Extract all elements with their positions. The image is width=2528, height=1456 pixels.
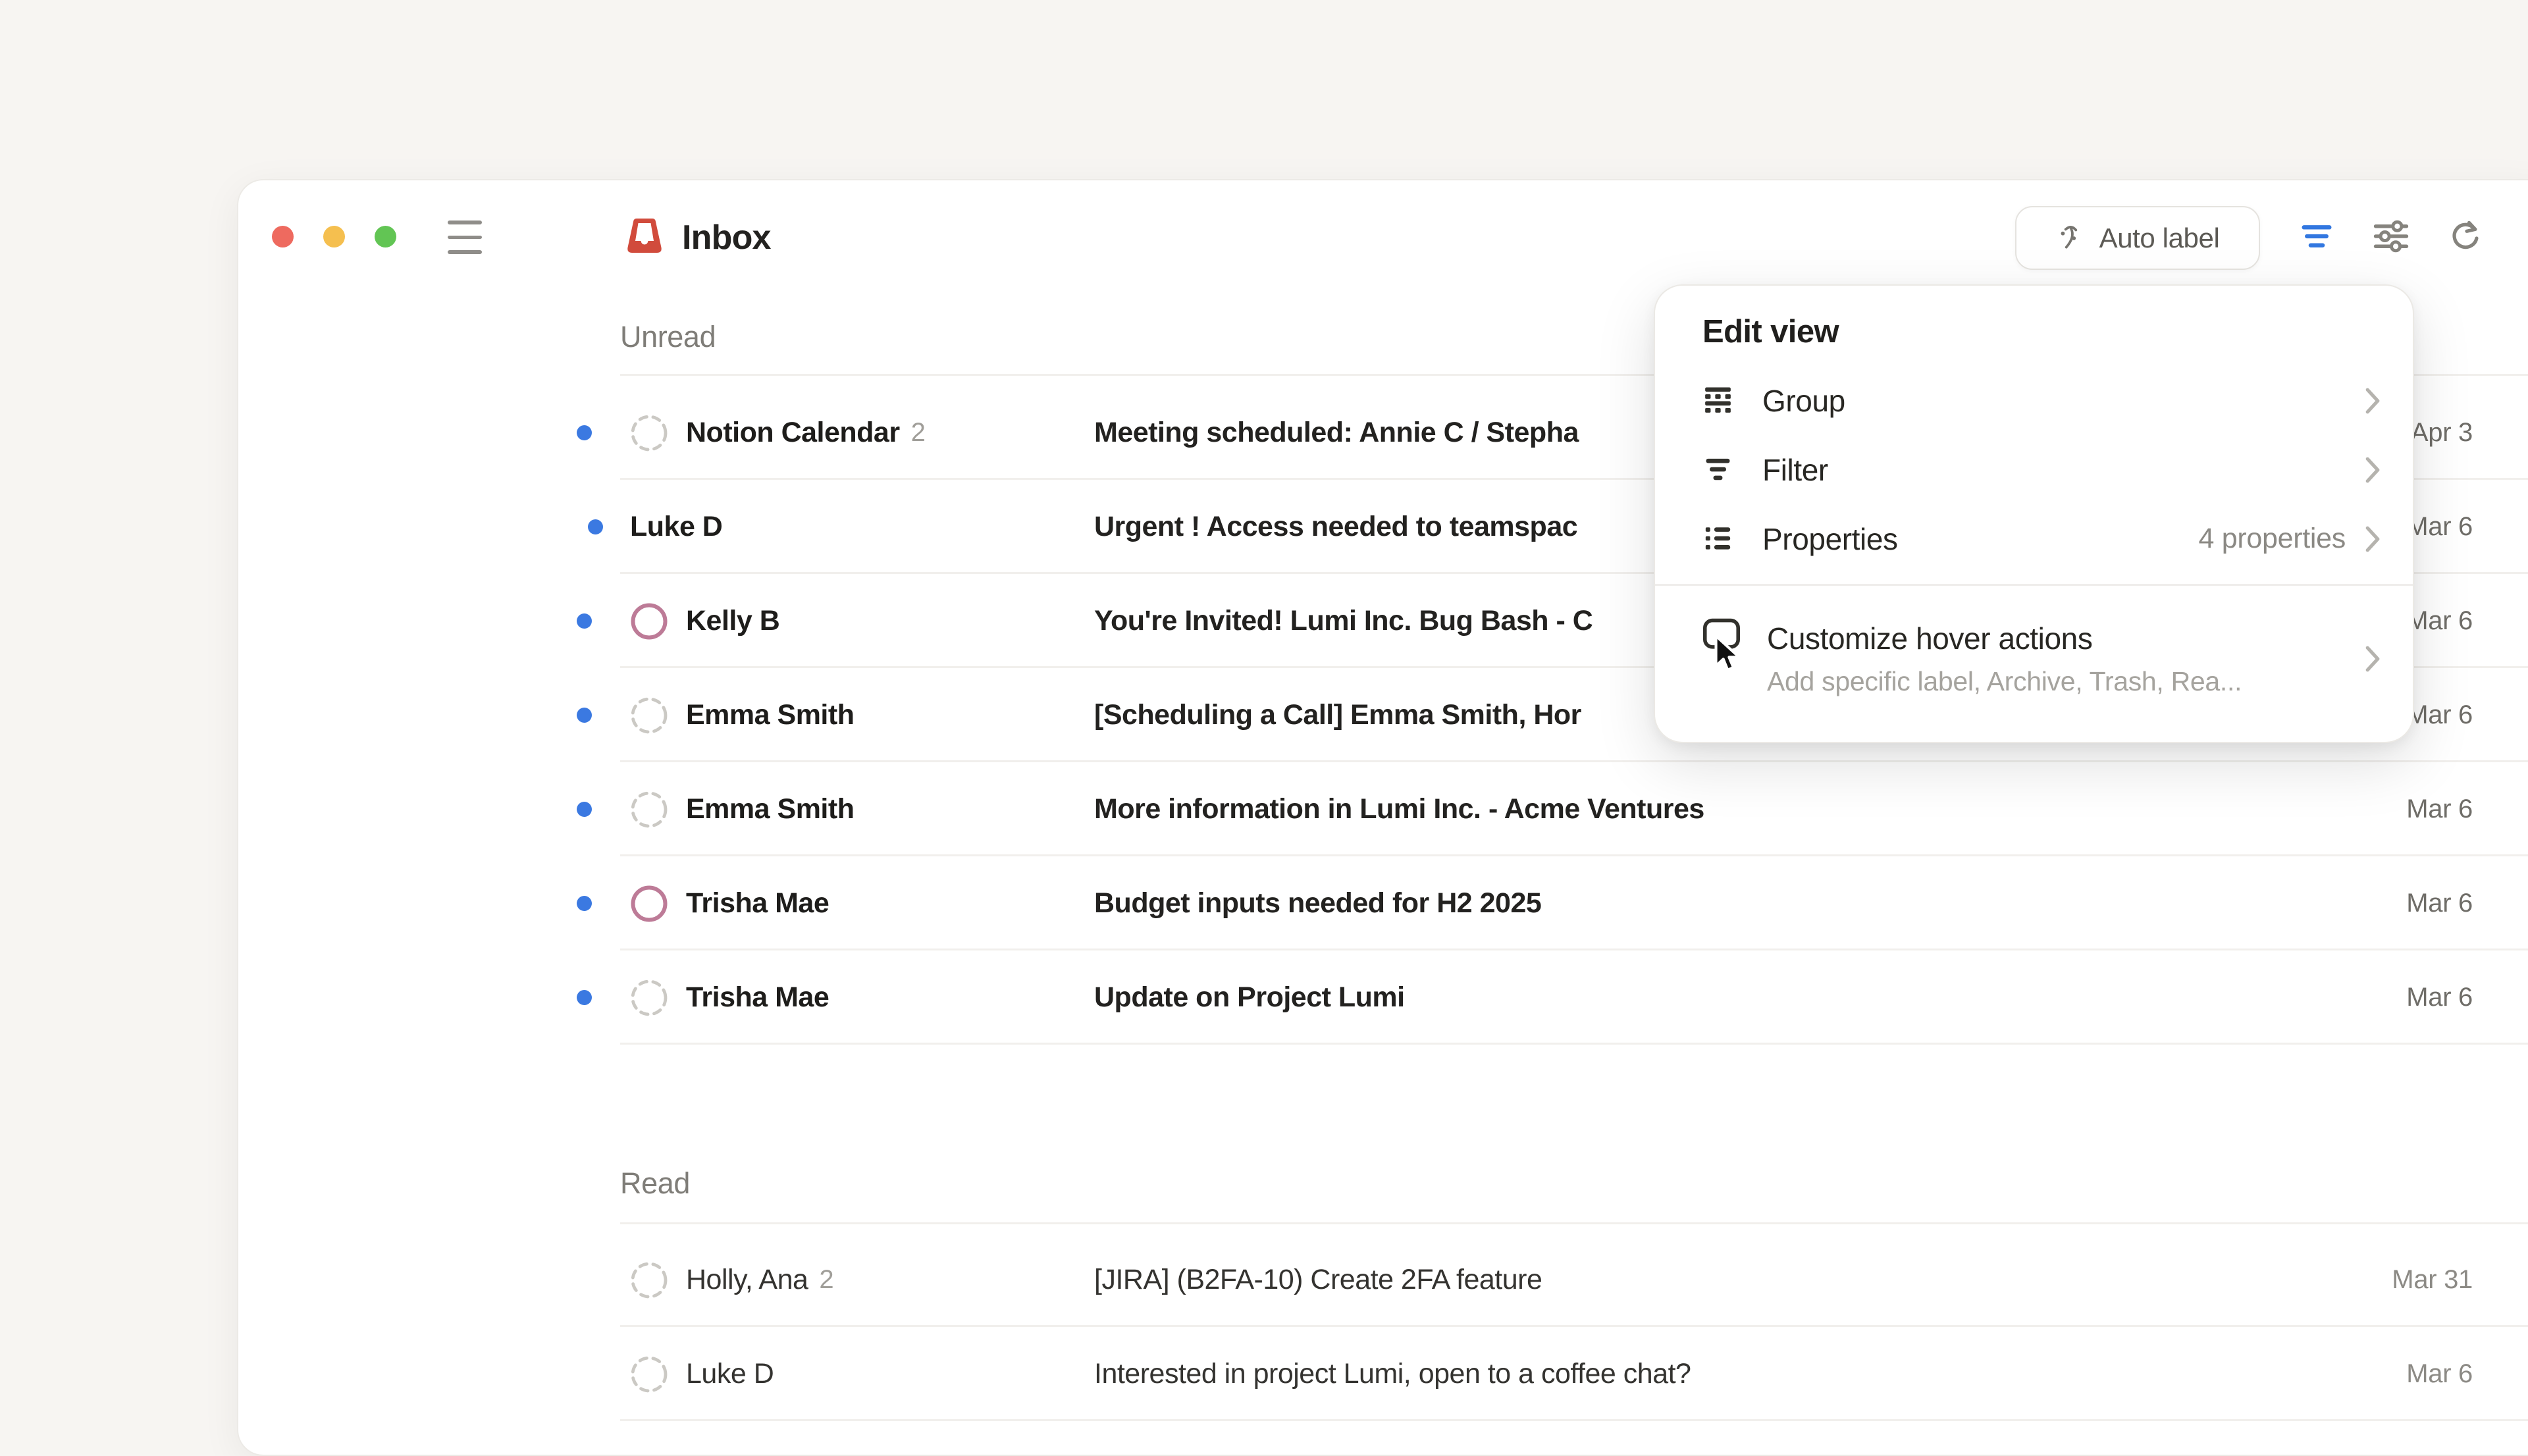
unread-dot-icon: [577, 990, 592, 1005]
email-subject: Update on Project Lumi: [1094, 981, 1405, 1014]
auto-label-wand-icon: [2056, 223, 2086, 253]
auto-label-button[interactable]: Auto label: [2015, 206, 2260, 270]
avatar-ring-dashed-icon: [631, 1356, 668, 1393]
filter-icon: [1702, 454, 1733, 485]
email-date: Mar 6: [2406, 889, 2473, 918]
menu-item-label: Properties: [1762, 521, 1898, 557]
section-header: Read: [620, 1166, 690, 1201]
edit-view-popover: Edit view Group Filter Properties 4 propert…: [1654, 284, 2414, 743]
close-window-button[interactable]: [272, 226, 294, 247]
properties-icon: [1702, 523, 1733, 554]
inbox-logo-icon: [623, 215, 666, 260]
email-subject: Budget inputs needed for H2 2025: [1094, 887, 1541, 920]
email-subject: [JIRA] (B2FA-10) Create 2FA feature: [1094, 1264, 1542, 1296]
avatar-ring-dashed-icon: [631, 979, 668, 1016]
chevron-right-icon: [2364, 455, 2381, 484]
chevron-right-icon: [2364, 644, 2381, 673]
email-date: Mar 6: [2406, 512, 2473, 542]
email-row[interactable]: Trisha Mae Update on Project Lumi Mar 6: [238, 950, 2528, 1045]
email-date: Apr 3: [2411, 418, 2473, 448]
auto-label-text: Auto label: [2099, 222, 2220, 254]
email-subject: You're Invited! Lumi Inc. Bug Bash - C: [1094, 605, 1593, 637]
menu-item-customize-hover-actions[interactable]: Customize hover actions Add specific lab…: [1655, 586, 2413, 732]
menu-item-properties[interactable]: Properties 4 properties: [1702, 504, 2381, 573]
thread-count: 2: [911, 418, 926, 448]
sender-name: Kelly B: [686, 605, 779, 637]
menu-item-value: 4 properties: [2199, 523, 2346, 555]
mouse-cursor: [1708, 633, 1743, 677]
menu-hamburger-icon[interactable]: [448, 221, 482, 254]
menu-item-label: Customize hover actions: [1767, 621, 2242, 656]
email-row[interactable]: Holly, Ana 2 [JIRA] (B2FA-10) Create 2FA f…: [238, 1233, 2528, 1327]
avatar-ring-dashed-icon: [631, 791, 668, 828]
unread-dot-icon: [577, 896, 592, 911]
menu-item-group[interactable]: Group: [1702, 366, 2381, 435]
avatar-ring-dashed-icon: [631, 415, 668, 452]
email-subject: Urgent ! Access needed to teamspac: [1094, 511, 1577, 543]
app-window: Inbox Auto label: [237, 179, 2528, 1456]
divider: [620, 1222, 2528, 1224]
unread-dot-icon: [577, 425, 592, 440]
email-row[interactable]: Emma Smith More information in Lumi Inc. …: [238, 762, 2528, 856]
thread-count: 2: [819, 1265, 833, 1295]
avatar-ring-pink-icon: [631, 603, 668, 640]
avatar-ring-dashed-icon: [631, 1262, 668, 1299]
minimize-window-button[interactable]: [323, 226, 345, 247]
email-subject: Meeting scheduled: Annie C / Stepha: [1094, 417, 1579, 449]
section-header: Unread: [620, 320, 716, 354]
email-date: Mar 6: [2406, 794, 2473, 824]
unread-dot-icon: [577, 802, 592, 817]
chevron-right-icon: [2364, 386, 2381, 415]
email-subject: More information in Lumi Inc. - Acme Ven…: [1094, 793, 1704, 825]
menu-item-label: Filter: [1762, 452, 1828, 488]
email-row[interactable]: Trisha Mae Budget inputs needed for H2 20…: [238, 856, 2528, 950]
filter-icon[interactable]: [2298, 218, 2335, 255]
unread-dot-icon: [588, 519, 603, 534]
sender-name: Emma Smith: [686, 793, 854, 825]
email-row[interactable]: Luke D Interested in project Lumi, open t…: [238, 1327, 2528, 1421]
email-list: Holly, Ana 2 [JIRA] (B2FA-10) Create 2FA f…: [238, 1233, 2528, 1421]
refresh-icon[interactable]: [2446, 218, 2483, 255]
email-date: Mar 31: [2392, 1265, 2473, 1295]
sender-name: Holly, Ana: [686, 1264, 808, 1296]
email-subject: Interested in project Lumi, open to a co…: [1094, 1358, 1691, 1390]
email-subject: [Scheduling a Call] Emma Smith, Hor: [1094, 699, 1581, 731]
group-icon: [1702, 385, 1733, 416]
edit-view-menu: Group Filter Properties 4 properties: [1655, 350, 2413, 573]
sender-name: Emma Smith: [686, 699, 854, 731]
page-title: Inbox: [682, 218, 771, 257]
email-date: Mar 6: [2406, 983, 2473, 1012]
menu-item-label: Group: [1762, 383, 1845, 419]
zoom-window-button[interactable]: [375, 226, 396, 247]
chevron-right-icon: [2364, 525, 2381, 554]
email-date: Mar 6: [2406, 1359, 2473, 1389]
avatar-ring-pink-icon: [631, 885, 668, 922]
unread-dot-icon: [577, 613, 592, 629]
window-controls: [272, 226, 396, 247]
sender-name: Luke D: [630, 511, 722, 543]
sender-name: Trisha Mae: [686, 887, 829, 920]
email-date: Mar 6: [2406, 606, 2473, 636]
email-date: Mar 6: [2406, 700, 2473, 730]
unread-dot-icon: [577, 708, 592, 723]
sender-name: Luke D: [686, 1358, 774, 1390]
menu-item-subtitle: Add specific label, Archive, Trash, Rea.…: [1767, 666, 2242, 697]
popover-title: Edit view: [1655, 286, 2413, 350]
sender-name: Trisha Mae: [686, 981, 829, 1014]
avatar-ring-dashed-icon: [631, 697, 668, 734]
menu-item-filter[interactable]: Filter: [1702, 435, 2381, 504]
sender-name: Notion Calendar: [686, 417, 900, 449]
sliders-icon[interactable]: [2373, 218, 2410, 255]
